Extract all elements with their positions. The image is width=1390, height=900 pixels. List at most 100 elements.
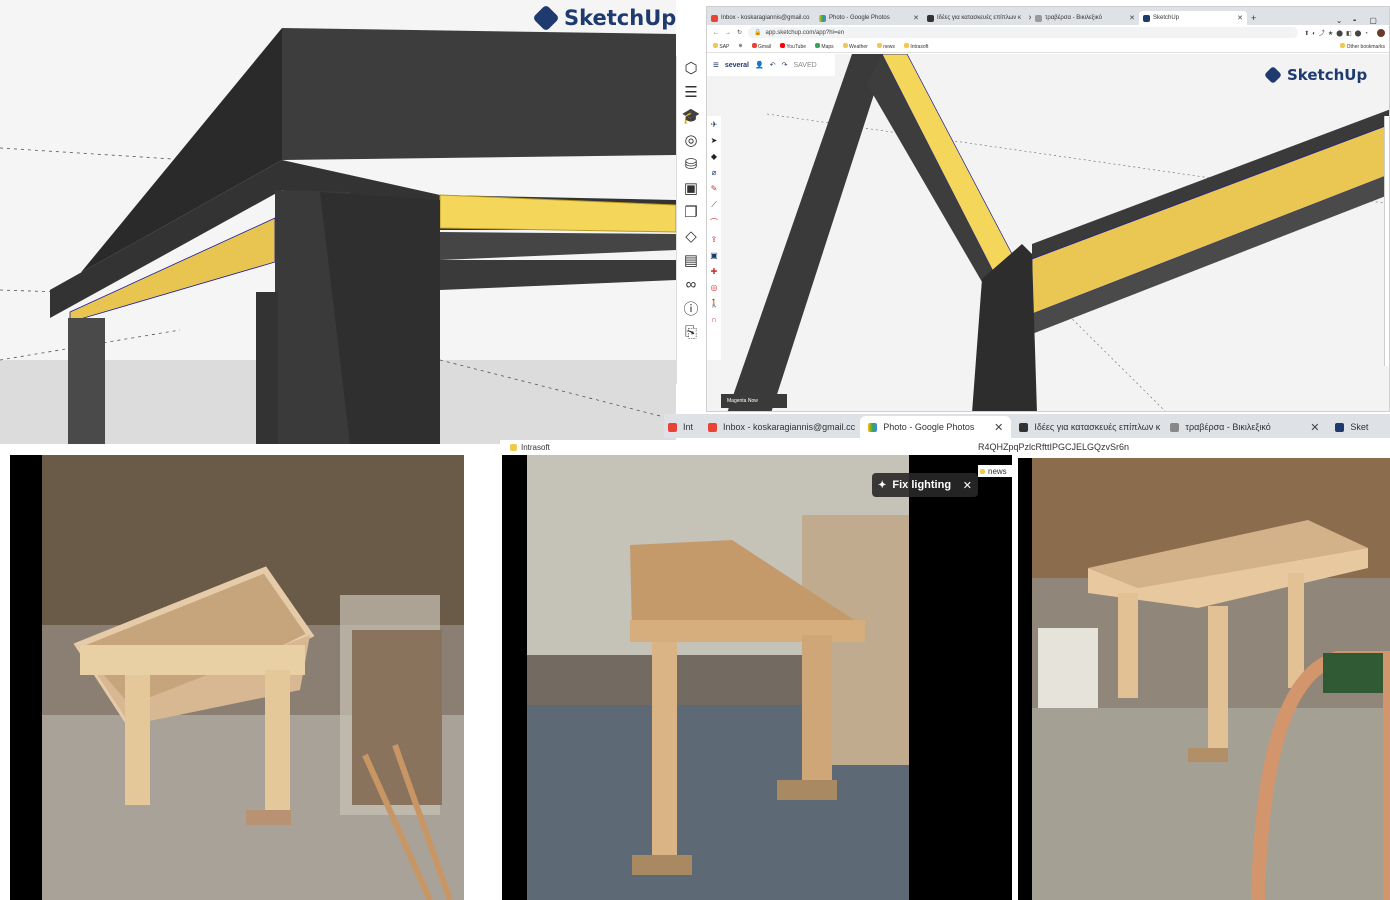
tab-sketchup-2[interactable]: Sket (1327, 416, 1390, 438)
bookmark-sap[interactable]: SAP (713, 42, 729, 50)
bookmark-maps[interactable]: Maps (815, 42, 834, 50)
folder-icon (876, 42, 882, 48)
sketchup-viewport-left[interactable]: SketchUp (0, 0, 676, 444)
sketchup-web-viewport[interactable]: ≡ several 👤 ↶ ↷ SAVED SketchUp ✈ ➤ ◆ ⌀ ✎… (707, 54, 1389, 411)
close-icon[interactable]: ✕ (1302, 421, 1319, 434)
address-fragment-2[interactable]: R4QHZpqPzlcRfttIPGCJELGQzvSr6n (978, 442, 1129, 452)
materials-icon[interactable]: ◎ (679, 128, 703, 152)
sketchup-logo-small: SketchUp (1263, 65, 1367, 85)
arrow-tool-icon[interactable]: ➤ (711, 136, 718, 145)
back-icon[interactable]: ← (713, 30, 719, 36)
sketchup-icon (1143, 14, 1150, 22)
browser-window-sketchup: Inbox - koskaragiannis@gmail.co✕ Photo -… (706, 6, 1390, 412)
tab-wiktionary-2[interactable]: τραβέρσα - Βικιλεξικό ✕ (1162, 416, 1327, 438)
browser-tab-strip-2: Int Inbox - koskaragiannis@gmail.cc✕ Pho… (664, 414, 1390, 438)
magnet-tool-icon[interactable]: ∩ (711, 315, 717, 324)
av-icon (927, 14, 934, 22)
new-tab-button[interactable]: + (1247, 11, 1260, 25)
instructor-icon[interactable]: 🎓 (679, 104, 703, 128)
tab-wiktionary[interactable]: τραβέρσα - Βικιλεξικό ✕ (1031, 11, 1139, 25)
bookmark-intrasoft-2[interactable]: Intrasoft (500, 440, 690, 454)
browser-tab-strip: Inbox - koskaragiannis@gmail.co✕ Photo -… (707, 7, 1389, 25)
eraser-tool-icon[interactable]: ⌀ (712, 168, 717, 177)
outliner-icon[interactable]: ☰ (679, 80, 703, 104)
tab-av-ideas[interactable]: Ιδέες για κατασκευές επίπλων κ✕ (923, 11, 1031, 25)
paint-tool-icon[interactable]: ◆ (711, 152, 717, 161)
info-icon[interactable]: ⓘ (679, 296, 703, 320)
wiki-icon (1035, 14, 1042, 22)
wiki-icon (1170, 422, 1180, 432)
bookmark-news[interactable]: news (876, 42, 895, 50)
orbit-tool-icon[interactable]: ◎ (711, 283, 718, 292)
components-icon[interactable]: ⛁ (679, 152, 703, 176)
sketchup-logo-icon (532, 4, 560, 32)
line-tool-icon[interactable]: ⟋ (711, 200, 717, 210)
fix-lighting-chip[interactable]: ✦ Fix lighting ✕ (872, 473, 978, 497)
folder-icon (713, 42, 718, 48)
forward-icon[interactable]: → (725, 30, 731, 36)
sketchup-panel-toolbar: ⬡ ☰ 🎓 ◎ ⛁ ▣ ❐ ◇ ▤ ∞ ⓘ ⎘ (676, 56, 705, 384)
bookmark-gmail[interactable]: Gmail (751, 42, 771, 50)
save-status: SAVED (793, 61, 817, 69)
offset-tool-icon[interactable]: ▣ (710, 251, 718, 260)
tab-int[interactable]: Int (664, 416, 700, 438)
profile-avatar[interactable] (1377, 28, 1385, 37)
tab-google-photos[interactable]: Photo - Google Photos ✕ (815, 11, 923, 25)
film-icon[interactable]: ▤ (679, 248, 703, 272)
scenes-icon[interactable]: ❐ (679, 200, 703, 224)
sketchup-model-right (707, 54, 1389, 411)
bookmark-youtube[interactable]: YouTube (780, 42, 806, 50)
other-bookmarks[interactable]: Other bookmarks (1340, 42, 1385, 50)
sketchup-tool-strip: ✈ ➤ ◆ ⌀ ✎ ⟋ ⌒ ⇪ ▣ ✚ ◎ 🚶 ∩ (707, 116, 721, 360)
close-icon[interactable]: ✕ (1233, 14, 1243, 22)
tab-google-photos-2[interactable]: Photo - Google Photos ✕ (860, 416, 1012, 438)
photo-workshop-2 (527, 455, 909, 900)
model-name[interactable]: several (725, 62, 749, 69)
move-tool-icon[interactable]: ✚ (711, 267, 718, 276)
tab-sketchup[interactable]: SketchUp ✕ (1139, 11, 1247, 25)
tab-av-ideas-2[interactable]: Ιδέες για κατασκευές επίπλων κ✕ (1011, 416, 1162, 438)
bookmarks-bar: SAP ⊕ Gmail YouTube Maps Weather news In… (707, 40, 1389, 53)
tab-gmail[interactable]: Inbox - koskaragiannis@gmail.co✕ (707, 11, 815, 25)
bottom-status-chip: Magenta Now (721, 394, 787, 408)
gmail-icon (668, 422, 677, 432)
bookmark-globe[interactable]: ⊕ (738, 43, 742, 49)
export-icon[interactable]: ⎘ (679, 320, 703, 344)
user-icon[interactable]: 👤 (755, 61, 764, 69)
pushpull-tool-icon[interactable]: ⇪ (711, 235, 718, 244)
sketchup-right-strip (1384, 116, 1389, 366)
reload-icon[interactable]: ↻ (737, 29, 742, 36)
pencil-tool-icon[interactable]: ✎ (711, 184, 718, 193)
photos-icon (819, 14, 826, 22)
bookmark-intrasoft[interactable]: Intrasoft (903, 42, 928, 50)
hamburger-menu-icon[interactable]: ≡ (713, 60, 719, 71)
close-icon[interactable]: ✕ (963, 479, 972, 492)
glasses-icon[interactable]: ∞ (679, 272, 703, 296)
redo-icon[interactable]: ↷ (782, 61, 788, 69)
arc-tool-icon[interactable]: ⌒ (710, 217, 718, 228)
bookmark-news-2[interactable]: news (978, 465, 1012, 477)
sparkle-icon: ✦ (878, 479, 887, 491)
eraser-icon[interactable]: ◇ (679, 224, 703, 248)
styles-icon[interactable]: ▣ (679, 176, 703, 200)
address-bar-row: ← → ↻ 🔒 app.sketchup.com/app?hl=en ⬆◐⤴★⬤… (707, 25, 1389, 40)
url-field[interactable]: 🔒 app.sketchup.com/app?hl=en (748, 27, 1299, 38)
undo-icon[interactable]: ↶ (770, 61, 776, 69)
gmail-icon (751, 42, 757, 48)
av-icon (1019, 422, 1029, 432)
extension-icons[interactable]: ⬆◐⤴★⬤◧⬤◔ (1304, 28, 1371, 37)
layers-icon[interactable]: ⬡ (679, 56, 703, 80)
folder-icon (903, 42, 909, 48)
folder-icon (980, 468, 985, 474)
walk-tool-icon[interactable]: 🚶 (709, 299, 719, 308)
close-icon[interactable]: ✕ (1024, 14, 1031, 22)
bookmark-weather[interactable]: Weather (842, 42, 868, 50)
tab-gmail-2[interactable]: Inbox - koskaragiannis@gmail.cc✕ (700, 416, 860, 438)
select-tool-icon[interactable]: ✈ (711, 120, 718, 129)
close-icon[interactable]: ✕ (986, 421, 1003, 434)
close-icon[interactable]: ✕ (909, 14, 919, 22)
photo-table-3 (1018, 458, 1390, 900)
sketchup-logo-text: SketchUp (564, 6, 676, 30)
close-icon[interactable]: ✕ (1125, 14, 1135, 22)
gmail-icon (711, 14, 718, 22)
